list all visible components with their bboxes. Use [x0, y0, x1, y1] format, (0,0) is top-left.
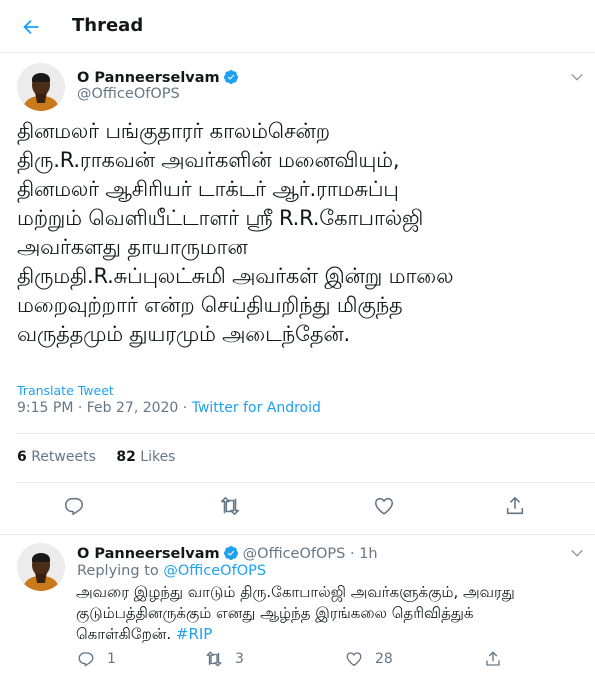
reply-author-name[interactable]: O Panneerselvam: [77, 546, 220, 562]
reply-reply-button[interactable]: 1: [77, 650, 116, 668]
reply-line-last: கொள்கிறேன். #RIP: [76, 625, 213, 643]
verified-icon: [223, 70, 238, 84]
tweet-line: தினமலர் பங்குதாரர் காலம்சென்ற: [17, 119, 330, 143]
divider: [16, 433, 595, 434]
tweet-line: அவர்களது தாயாருமான: [17, 235, 248, 259]
tweet-line: மறைவுற்றார் என்ற செய்தியறிந்து மிகுந்த: [17, 293, 403, 317]
tweet-stats: 6 Retweets 82 Likes: [17, 449, 175, 465]
thread-header: Thread: [0, 0, 595, 53]
tweet-line: மற்றும் வெளியீட்டாளர் ஸ்ரீ R.R.கோபால்ஜி: [17, 206, 424, 230]
divider: [0, 534, 595, 535]
back-arrow-icon: [23, 19, 39, 35]
share-icon: [506, 496, 524, 515]
reply-like-button[interactable]: 28: [345, 650, 393, 668]
reply-icon: [78, 652, 94, 667]
retweet-count: 3: [235, 651, 244, 667]
reply-author-line: O Panneerselvam @OfficeOfOPS · 1h: [77, 543, 378, 562]
like-icon: [374, 497, 394, 515]
reply-author-handle[interactable]: @OfficeOfOPS: [243, 546, 346, 562]
tweet-line: வருத்தமும் துயரமும் அடைந்தேன்.: [17, 322, 350, 346]
reply-icon: [64, 497, 84, 516]
reply-text: அவரை இழந்து வாடும் திரு.கோபால்ஜி அவர்களு…: [76, 582, 581, 645]
like-count: 28: [375, 651, 393, 667]
author-handle[interactable]: @OfficeOfOPS: [77, 86, 180, 102]
tweet-text: தினமலர் பங்குதாரர் காலம்சென்ற திரு.R.ராக…: [17, 117, 582, 349]
like-icon: [346, 652, 362, 667]
tweet-timestamp[interactable]: 9:15 PM · Feb 27, 2020 ·: [17, 400, 192, 416]
likes-stat[interactable]: 82 Likes: [116, 449, 175, 465]
reply-line: அவரை இழந்து வாடும் திரு.கோபால்ஜி அவர்களு…: [76, 583, 515, 601]
tweet-line: தினமலர் ஆசிரியர் டாக்டர் ஆர்.ராமசுப்பு: [17, 177, 399, 201]
page-title: Thread: [72, 15, 144, 36]
reply-share-button[interactable]: [484, 650, 502, 668]
back-button[interactable]: [18, 14, 44, 40]
avatar[interactable]: [17, 63, 65, 111]
divider: [16, 482, 595, 483]
share-button[interactable]: [503, 494, 527, 518]
replying-to-label: Replying to: [77, 563, 164, 579]
author-line: O Panneerselvam: [77, 67, 239, 86]
reply-actions: 1 3 28: [0, 650, 595, 672]
reply-button[interactable]: [62, 494, 86, 518]
tweet-metadata: 9:15 PM · Feb 27, 2020 · Twitter for And…: [17, 400, 321, 416]
chevron-down-icon[interactable]: [569, 69, 585, 85]
like-button[interactable]: [372, 494, 396, 518]
replying-to: Replying to @OfficeOfOPS: [77, 563, 266, 579]
chevron-down-icon[interactable]: [569, 545, 585, 561]
tweet-source-link[interactable]: Twitter for Android: [192, 400, 321, 416]
reply-count: 1: [107, 651, 116, 667]
reply-retweet-button[interactable]: 3: [205, 650, 244, 668]
reply-line: குடும்பத்தினருக்கும் எனது ஆழ்ந்த இரங்கலை…: [76, 604, 474, 622]
reply-avatar[interactable]: [17, 543, 65, 591]
retweet-icon: [220, 496, 240, 516]
retweet-button[interactable]: [218, 494, 242, 518]
tweet-line: திருமதி.R.சுப்புலட்சுமி அவர்கள் இன்று மா…: [17, 264, 454, 288]
tweet-line: திரு.R.ராகவன் அவர்களின் மனைவியும்,: [17, 148, 400, 172]
retweet-icon: [206, 651, 222, 667]
author-name[interactable]: O Panneerselvam: [77, 70, 220, 86]
reply-timestamp[interactable]: · 1h: [345, 546, 378, 562]
tweet-actions: [0, 494, 595, 524]
replying-to-handle[interactable]: @OfficeOfOPS: [163, 563, 266, 579]
rip-hashtag[interactable]: #RIP: [176, 625, 212, 643]
share-icon: [486, 651, 500, 666]
verified-icon: [223, 546, 238, 560]
translate-tweet-link[interactable]: Translate Tweet: [17, 383, 114, 398]
retweets-stat[interactable]: 6 Retweets: [17, 449, 96, 465]
